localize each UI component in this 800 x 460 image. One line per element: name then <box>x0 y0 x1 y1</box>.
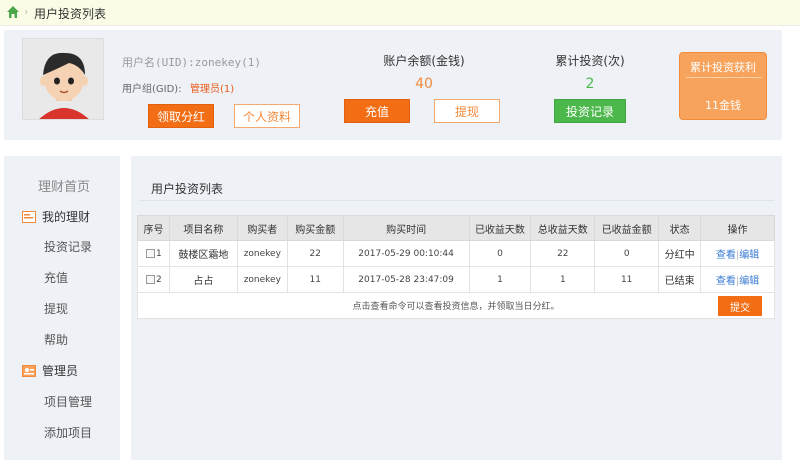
usergroup-label: 用户组(GID): <box>122 84 182 95</box>
username-text: 用户名(UID):zonekey(1) <box>122 56 261 69</box>
column-header: 操作 <box>700 215 775 241</box>
total-days: 1 <box>530 266 596 293</box>
claim-dividend-button[interactable]: 领取分红 <box>148 104 214 128</box>
folder-icon <box>22 210 36 223</box>
profile-button[interactable]: 个人资料 <box>234 104 300 128</box>
column-header: 购买者 <box>236 215 288 241</box>
breadcrumb-bar: › 用户投资列表 <box>0 0 800 26</box>
profit-title: 累计投资获利 <box>690 61 756 74</box>
column-header: 总收益天数 <box>530 215 596 241</box>
column-header: 购买时间 <box>342 215 470 241</box>
sidebar: 理财首页 我的理财 投资记录 充值 提现 帮助 管理员 项目管理 添加项目 <box>4 156 120 460</box>
admin-icon <box>22 364 36 377</box>
sidebar-section-my-finance[interactable]: 我的理财 <box>22 208 138 225</box>
breadcrumb-separator: › <box>24 5 29 18</box>
view-link[interactable]: 查看 <box>716 276 736 287</box>
profit-card: 累计投资获利 11金钱 <box>679 52 767 120</box>
earned-days: 1 <box>468 266 532 293</box>
column-header: 购买金额 <box>286 215 344 241</box>
row-id: 1 <box>156 248 162 259</box>
earned-amount: 0 <box>594 240 660 267</box>
column-header: 状态 <box>658 215 702 241</box>
table-row: 1 鼓楼区霜地 zonekey 22 2017-05-29 00:10:44 0… <box>137 240 775 267</box>
project-name: 鼓楼区霜地 <box>168 240 238 267</box>
column-header: 已收益天数 <box>468 215 532 241</box>
status: 分红中 <box>658 240 702 267</box>
submit-button[interactable]: 提交 <box>718 296 762 316</box>
table-header-row: 序号 项目名称 购买者 购买金额 购买时间 已收益天数 总收益天数 已收益金额 … <box>137 215 775 241</box>
usergroup-value: 管理员(1) <box>190 84 235 95</box>
buyer: zonekey <box>236 240 288 267</box>
row-checkbox[interactable] <box>146 248 155 258</box>
column-header: 已收益金额 <box>594 215 660 241</box>
edit-link[interactable]: 编辑 <box>739 250 759 261</box>
purchase-time: 2017-05-28 23:47:09 <box>342 266 470 293</box>
breadcrumb-title: 用户投资列表 <box>34 7 107 21</box>
profit-value: 11金钱 <box>705 99 741 112</box>
table-footer-row: 点击查看命令可以查看投资信息，并领取当日分红。 提交 <box>137 292 775 319</box>
buyer: zonekey <box>236 266 288 293</box>
footer-hint: 点击查看命令可以查看投资信息，并领取当日分红。 <box>352 302 560 312</box>
invest-count-value: 2 <box>585 76 595 92</box>
purchase-time: 2017-05-29 00:10:44 <box>342 240 470 267</box>
main-panel: 用户投资列表 序号 项目名称 购买者 购买金额 购买时间 已收益天数 总收益天数… <box>131 156 782 460</box>
title-divider <box>139 200 774 201</box>
sidebar-section-label: 我的理财 <box>42 210 91 224</box>
amount: 22 <box>286 240 344 267</box>
table-row: 2 占占 zonekey 11 2017-05-28 23:47:09 1 1 … <box>137 266 775 293</box>
earned-days: 0 <box>468 240 532 267</box>
status: 已结束 <box>658 266 702 293</box>
invest-records-button[interactable]: 投资记录 <box>554 99 626 123</box>
amount: 11 <box>286 266 344 293</box>
column-header: 序号 <box>137 215 170 241</box>
invest-count-label: 累计投资(次) <box>555 54 625 68</box>
account-summary: 用户名(UID):zonekey(1) 用户组(GID): 管理员(1) 领取分… <box>4 30 782 140</box>
recharge-button[interactable]: 充值 <box>344 99 410 123</box>
home-icon[interactable] <box>6 5 20 19</box>
view-link[interactable]: 查看 <box>716 250 736 261</box>
column-header: 项目名称 <box>168 215 238 241</box>
profit-divider <box>686 77 762 78</box>
investment-table: 序号 项目名称 购买者 购买金额 购买时间 已收益天数 总收益天数 已收益金额 … <box>137 215 775 319</box>
edit-link[interactable]: 编辑 <box>739 276 759 287</box>
total-days: 22 <box>530 240 596 267</box>
avatar <box>22 38 104 120</box>
page-title: 用户投资列表 <box>151 182 224 196</box>
row-checkbox[interactable] <box>146 274 155 284</box>
sidebar-section-label: 管理员 <box>42 364 79 378</box>
balance-label: 账户余额(金钱) <box>383 54 465 68</box>
project-name: 占占 <box>168 266 238 293</box>
earned-amount: 11 <box>594 266 660 293</box>
balance-value: 40 <box>415 76 433 92</box>
withdraw-button[interactable]: 提现 <box>434 99 500 123</box>
sidebar-section-admin[interactable]: 管理员 <box>22 362 138 379</box>
row-id: 2 <box>156 274 162 285</box>
